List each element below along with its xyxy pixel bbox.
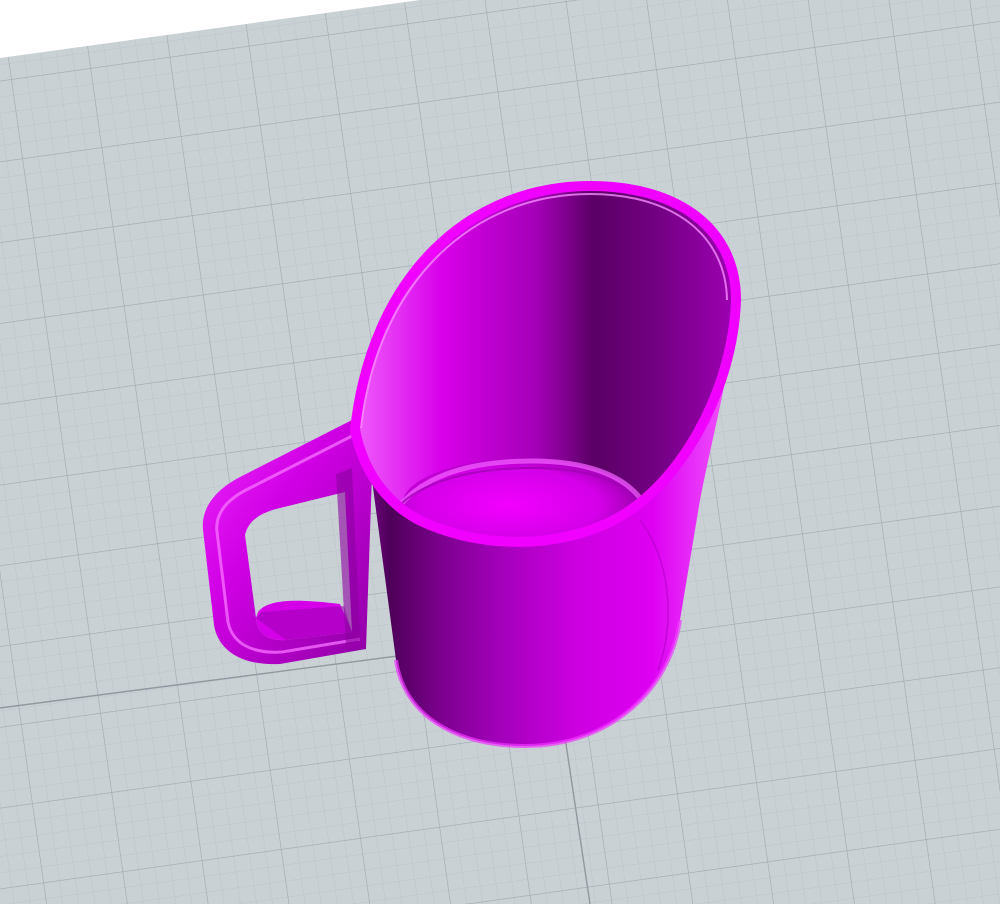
3d-scene-canvas[interactable]: [0, 0, 1000, 904]
3d-viewport[interactable]: [0, 0, 1000, 904]
